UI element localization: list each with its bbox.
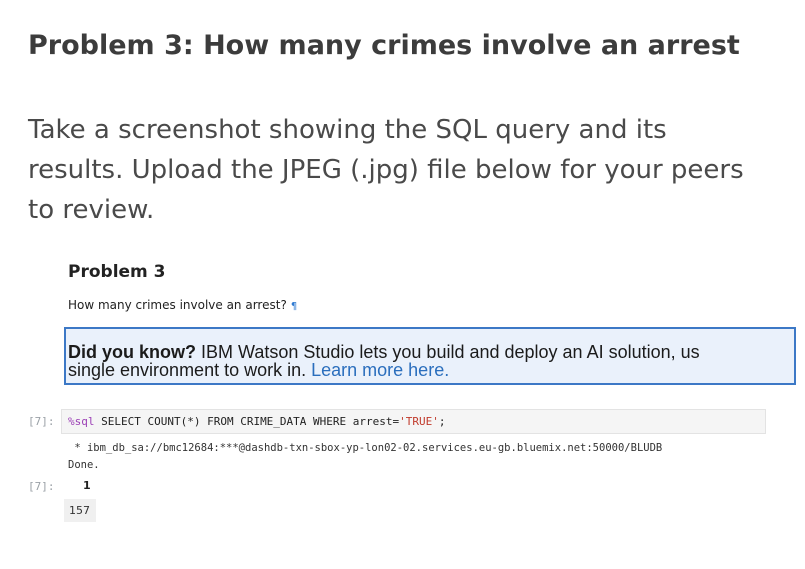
code-cell-input[interactable]: %sql SELECT COUNT(*) FROM CRIME_DATA WHE… — [61, 409, 766, 434]
notebook-question: How many crimes involve an arrest? ¶ — [68, 298, 297, 312]
result-column-header: 1 — [83, 479, 91, 492]
connection-string: * ibm_db_sa://bmc12684:***@dashdb-txn-sb… — [68, 442, 663, 454]
callout-bold: Did you know? — [68, 342, 196, 362]
input-prompt: [7]: — [28, 415, 55, 428]
done-status: Done. — [68, 459, 100, 471]
cell-output-log: * ibm_db_sa://bmc12684:***@dashdb-txn-sb… — [68, 440, 662, 474]
question-text: How many crimes involve an arrest? — [68, 298, 287, 312]
did-you-know-callout: Did you know? IBM Watson Studio lets you… — [64, 327, 796, 385]
sql-magic: %sql — [68, 415, 95, 428]
sql-string: 'TRUE' — [399, 415, 439, 428]
callout-text-1: IBM Watson Studio lets you build and dep… — [196, 342, 700, 362]
output-prompt: [7]: — [28, 480, 55, 493]
instructions-text: Take a screenshot showing the SQL query … — [28, 115, 744, 225]
notebook-screenshot: Problem 3 How many crimes involve an arr… — [28, 250, 805, 550]
sql-query: SELECT COUNT(*) FROM CRIME_DATA WHERE ar… — [94, 415, 400, 428]
callout-text-2: single environment to work in. — [68, 360, 312, 380]
learn-more-link[interactable]: Learn more here. — [311, 360, 449, 380]
notebook-heading: Problem 3 — [68, 262, 166, 282]
result-value-cell: 157 — [64, 499, 96, 522]
page-title: Problem 3: How many crimes involve an ar… — [28, 30, 740, 61]
anchor-link-icon[interactable]: ¶ — [291, 301, 297, 312]
sql-end: ; — [438, 415, 446, 428]
